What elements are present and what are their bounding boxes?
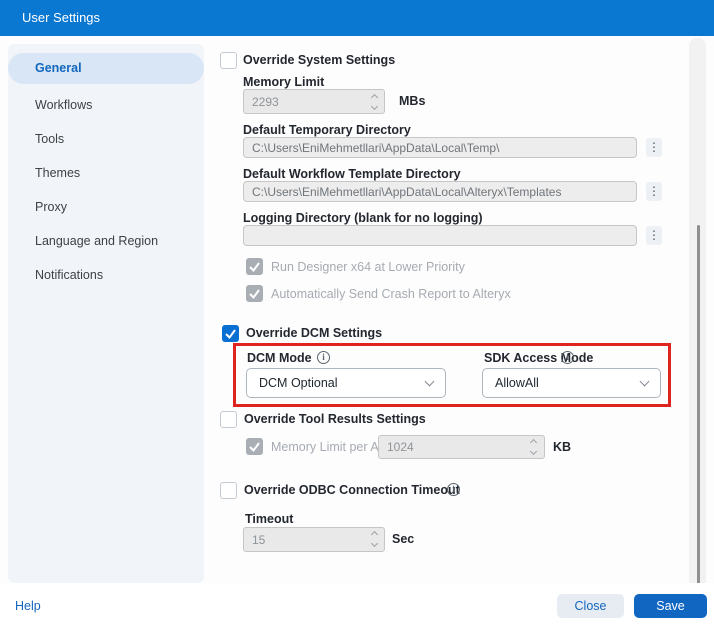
- checkmark-icon: [246, 258, 263, 275]
- override-system-settings-label: Override System Settings: [243, 53, 395, 67]
- spinner-down-icon[interactable]: [529, 448, 536, 455]
- sdk-access-mode-label: SDK Access Mode: [484, 351, 593, 365]
- override-tool-results-checkbox[interactable]: [220, 411, 237, 428]
- timeout-label: Timeout: [245, 512, 293, 526]
- sidebar-item-general[interactable]: General: [8, 53, 204, 84]
- sdk-access-mode-dropdown[interactable]: AllowAll: [482, 368, 661, 398]
- memory-limit-label: Memory Limit: [243, 75, 324, 89]
- default-workflow-dir-label: Default Workflow Template Directory: [243, 167, 461, 181]
- override-system-settings-checkbox[interactable]: [220, 52, 237, 69]
- default-temp-dir-input[interactable]: [243, 137, 637, 158]
- settings-sidebar: General Workflows Tools Themes Proxy Lan…: [8, 44, 204, 583]
- override-tool-results-label: Override Tool Results Settings: [244, 412, 426, 426]
- dialog-title: User Settings: [22, 0, 100, 36]
- dcm-mode-info-icon[interactable]: i: [317, 351, 330, 364]
- spinner-down-icon[interactable]: [370, 103, 377, 110]
- override-odbc-info-icon[interactable]: i: [447, 483, 460, 496]
- crash-report-checkbox: [246, 285, 263, 302]
- sidebar-item-tools[interactable]: Tools: [8, 122, 204, 156]
- close-button[interactable]: Close: [557, 594, 624, 618]
- checkmark-icon: [222, 325, 239, 342]
- memory-limit-anchor-unit: KB: [553, 440, 571, 454]
- timeout-spinner[interactable]: [368, 532, 380, 546]
- crash-report-label: Automatically Send Crash Report to Alter…: [271, 287, 511, 301]
- chevron-down-icon: [425, 376, 435, 386]
- spinner-down-icon[interactable]: [370, 540, 377, 547]
- memory-limit-unit: MBs: [399, 94, 425, 108]
- override-odbc-checkbox[interactable]: [220, 482, 237, 499]
- logging-dir-browse-button[interactable]: ⋮: [646, 226, 662, 245]
- user-settings-dialog: User Settings General Workflows Tools Th…: [0, 0, 714, 624]
- spinner-up-icon[interactable]: [370, 94, 377, 101]
- sidebar-item-workflows[interactable]: Workflows: [8, 88, 204, 122]
- sdk-access-mode-info-icon[interactable]: i: [561, 351, 574, 364]
- save-button[interactable]: Save: [634, 594, 707, 618]
- memory-limit-spinner[interactable]: [368, 95, 380, 109]
- sdk-access-mode-value: AllowAll: [495, 376, 641, 390]
- dcm-mode-label: DCM Mode: [247, 351, 312, 365]
- spinner-up-icon[interactable]: [370, 531, 377, 538]
- sidebar-item-themes[interactable]: Themes: [8, 156, 204, 190]
- memory-limit-anchor-spinner[interactable]: [527, 440, 539, 454]
- timeout-unit: Sec: [392, 532, 414, 546]
- titlebar: User Settings: [0, 0, 714, 36]
- help-link[interactable]: Help: [15, 599, 41, 613]
- run-designer-checkbox: [246, 258, 263, 275]
- dcm-mode-value: DCM Optional: [259, 376, 426, 390]
- scrollbar-thumb[interactable]: [697, 225, 700, 585]
- logging-dir-label: Logging Directory (blank for no logging): [243, 211, 483, 225]
- sidebar-item-proxy[interactable]: Proxy: [8, 190, 204, 224]
- default-workflow-dir-input[interactable]: [243, 181, 637, 202]
- sidebar-item-language-and-region[interactable]: Language and Region: [8, 224, 204, 258]
- memory-limit-anchor-checkbox: [246, 438, 263, 455]
- chevron-down-icon: [640, 376, 650, 386]
- spinner-up-icon[interactable]: [529, 439, 536, 446]
- checkmark-icon: [246, 438, 263, 455]
- default-temp-dir-label: Default Temporary Directory: [243, 123, 411, 137]
- logging-dir-input[interactable]: [243, 225, 637, 246]
- dcm-mode-dropdown[interactable]: DCM Optional: [246, 368, 446, 398]
- default-temp-dir-browse-button[interactable]: ⋮: [646, 138, 662, 157]
- override-odbc-label: Override ODBC Connection Timeout: [244, 483, 460, 497]
- memory-limit-input[interactable]: [243, 89, 385, 114]
- memory-limit-anchor-input[interactable]: [378, 435, 545, 459]
- default-workflow-dir-browse-button[interactable]: ⋮: [646, 182, 662, 201]
- run-designer-label: Run Designer x64 at Lower Priority: [271, 260, 465, 274]
- checkmark-icon: [246, 285, 263, 302]
- timeout-input[interactable]: [243, 527, 385, 552]
- override-dcm-settings-label: Override DCM Settings: [246, 326, 382, 340]
- sidebar-item-notifications[interactable]: Notifications: [8, 258, 204, 292]
- override-dcm-settings-checkbox[interactable]: [222, 325, 239, 342]
